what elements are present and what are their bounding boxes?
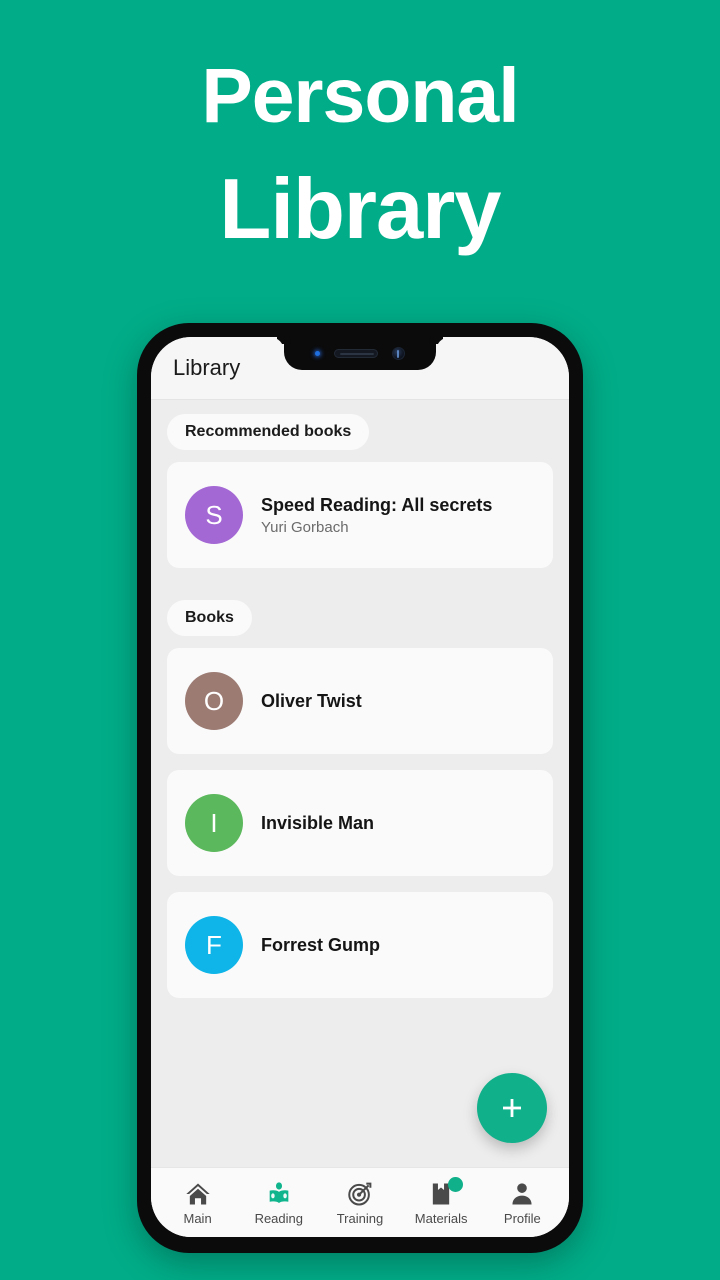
book-title: Invisible Man [261,812,375,833]
avatar: I [185,794,243,852]
reading-icon [265,1180,293,1208]
book-meta: Oliver Twist [261,691,362,712]
target-icon [346,1180,374,1208]
book-list-item[interactable]: I Invisible Man [167,770,553,876]
hero-line-1: Personal [201,53,519,139]
phone-notch [284,337,436,370]
nav-label: Training [336,1210,384,1226]
section-chip-books: Books [167,600,252,636]
book-meta: Invisible Man [261,813,374,834]
avatar: S [185,486,243,544]
materials-badge [448,1176,464,1192]
nav-label: Reading [254,1210,303,1226]
home-icon [184,1180,212,1208]
library-content[interactable]: Recommended books S Speed Reading: All s… [151,400,569,1167]
book-meta: Forrest Gump [261,935,380,956]
book-list-item[interactable]: F Forrest Gump [167,892,553,998]
bottom-navigation: Main Reading Training Materials Profile [151,1167,569,1237]
nav-item-profile[interactable]: Profile [484,1180,560,1226]
hero-heading: Personal Library [0,0,720,257]
recommended-book-card[interactable]: S Speed Reading: All secrets Yuri Gorbac… [167,462,553,568]
add-book-fab[interactable] [477,1073,547,1143]
nav-item-materials[interactable]: Materials [403,1176,479,1226]
nav-item-reading[interactable]: Reading [241,1180,317,1226]
phone-mockup: Library Recommended books S Speed Readin… [137,323,583,1253]
front-camera-icon [392,347,405,360]
person-icon [508,1180,536,1208]
section-chip-recommended: Recommended books [167,414,370,450]
book-title: Oliver Twist [261,690,362,711]
avatar: F [185,916,243,974]
book-title: Speed Reading: All secrets [261,494,493,515]
earpiece-speaker-icon [334,349,378,358]
book-list-item[interactable]: O Oliver Twist [167,648,553,754]
nav-item-training[interactable]: Training [322,1180,398,1226]
avatar: O [185,672,243,730]
nav-item-main[interactable]: Main [160,1180,236,1226]
book-meta: Speed Reading: All secrets Yuri Gorbach [261,495,492,536]
status-led-icon [315,351,320,356]
phone-screen: Library Recommended books S Speed Readin… [151,337,569,1237]
book-title: Forrest Gump [261,934,381,955]
nav-label: Profile [503,1210,541,1226]
plus-icon [503,1099,521,1117]
page-title: Library [173,355,241,380]
book-author: Yuri Gorbach [261,518,349,536]
nav-label: Materials [414,1210,468,1226]
hero-line-2: Library [219,162,501,257]
nav-label: Main [183,1210,212,1226]
